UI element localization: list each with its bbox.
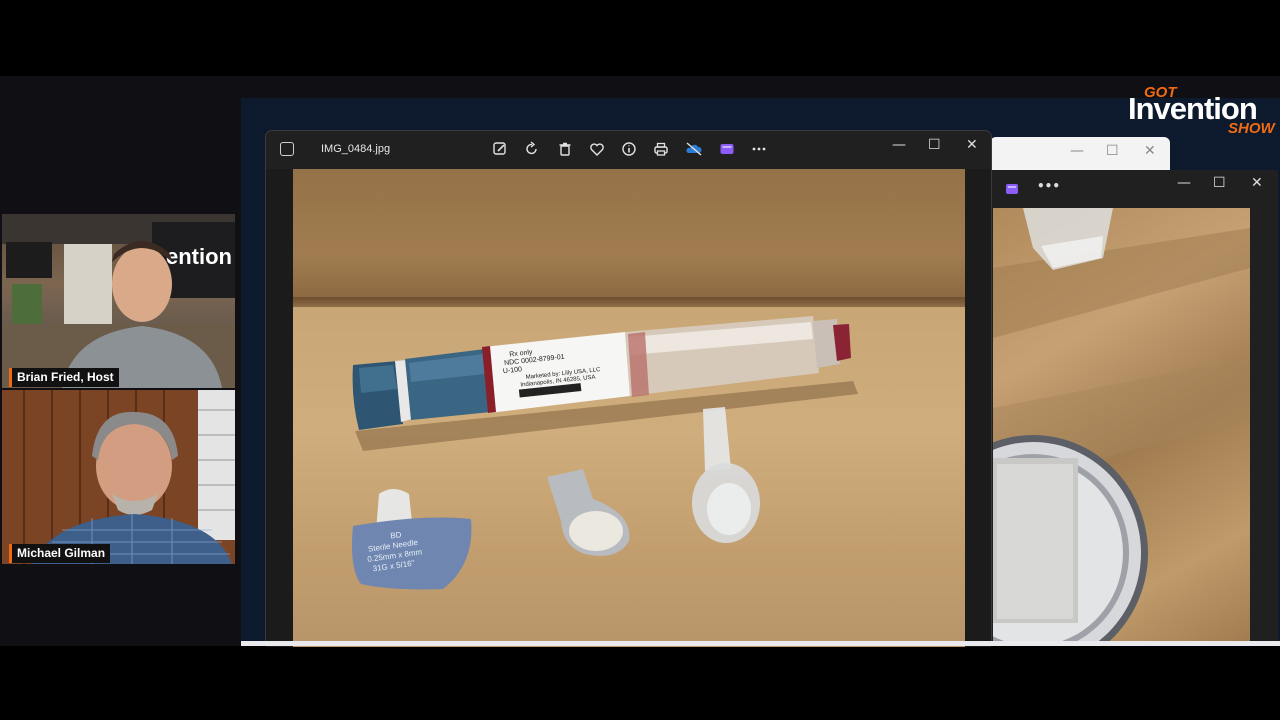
insulin-pen-photo-graphic: Rx only NDC 0002-8799-01 U-100 Marketed … <box>293 169 965 590</box>
background-maximize-button[interactable]: ☐ <box>1106 143 1119 159</box>
show-logo: GOT Invention SHOW <box>1122 84 1275 138</box>
more-options-button[interactable]: ••• <box>1037 179 1060 193</box>
second-maximize-button[interactable]: ☐ <box>1213 175 1226 191</box>
tile-bg-logo-text: ention <box>166 244 232 269</box>
needle-bd: BD Sterile Needle 0.25mm x 8mm 31G x 5/1… <box>352 489 472 590</box>
host-video-feed: ention <box>2 214 235 388</box>
background-minimize-button[interactable]: — <box>1070 143 1084 159</box>
photos-app-window: IMG_0484.jpg — ☐ ✕ Rx only NDC 0002-8799… <box>265 130 992 647</box>
second-window-titlebar: ••• — ☐ ✕ <box>991 170 1278 208</box>
photos-titlebar: IMG_0484.jpg — ☐ ✕ <box>266 131 991 169</box>
participant-tile-guest: Michael Gilman <box>2 390 235 564</box>
maximize-button[interactable]: ☐ <box>928 137 941 153</box>
photos-app-icon <box>280 142 294 156</box>
background-close-button[interactable]: ✕ <box>1144 143 1156 159</box>
left-gutter <box>266 169 293 647</box>
more-icon[interactable] <box>750 140 768 158</box>
clipchamp-icon[interactable] <box>718 140 736 158</box>
file-name-title: IMG_0484.jpg <box>321 143 391 155</box>
photo-image: Rx only NDC 0002-8799-01 U-100 Marketed … <box>293 169 965 647</box>
minimize-button[interactable]: — <box>892 137 906 153</box>
closeup-photo-graphic <box>993 208 1250 646</box>
favorite-icon[interactable] <box>588 140 606 158</box>
second-photo-image <box>993 208 1250 646</box>
background-window: — ☐ ✕ <box>990 137 1170 171</box>
logo-show: SHOW <box>1228 120 1275 137</box>
taskbar-edge <box>241 641 1280 646</box>
rotate-icon[interactable] <box>523 140 541 158</box>
second-close-button[interactable]: ✕ <box>1251 175 1263 191</box>
second-minimize-button[interactable]: — <box>1177 175 1191 191</box>
clipchamp-icon[interactable] <box>1005 182 1019 196</box>
second-photos-window: ••• — ☐ ✕ <box>991 170 1278 646</box>
print-icon[interactable] <box>652 140 670 158</box>
edit-icon[interactable] <box>491 140 509 158</box>
participant-name-guest: Michael Gilman <box>9 544 111 563</box>
participant-name-host: Brian Fried, Host <box>9 368 119 387</box>
info-icon[interactable] <box>620 140 638 158</box>
onedrive-icon[interactable] <box>685 140 703 158</box>
needle-label-bd: BD <box>390 530 402 540</box>
close-button[interactable]: ✕ <box>966 137 978 153</box>
delete-icon[interactable] <box>556 140 574 158</box>
guest-video-feed <box>2 390 235 564</box>
participant-tile-host: ention Brian Fried, Host <box>2 214 235 388</box>
right-gutter <box>965 169 991 647</box>
